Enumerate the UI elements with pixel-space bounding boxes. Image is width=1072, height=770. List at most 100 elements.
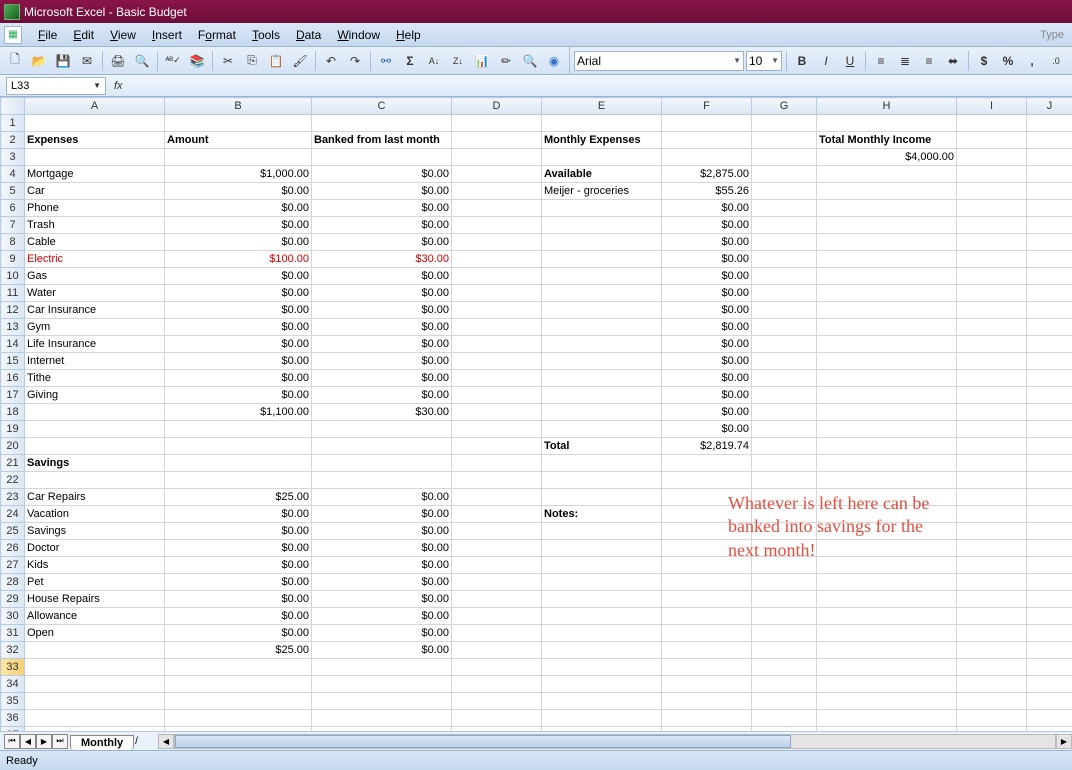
cell-G11[interactable]	[752, 285, 817, 302]
cell-J3[interactable]	[1027, 149, 1072, 166]
cell-C34[interactable]	[312, 676, 452, 693]
row-header-36[interactable]: 36	[1, 710, 25, 727]
col-header-I[interactable]: I	[957, 98, 1027, 115]
tab-nav-next-icon[interactable]: ▶	[36, 734, 52, 749]
cell-D10[interactable]	[452, 268, 542, 285]
cell-F6[interactable]: $0.00	[662, 200, 752, 217]
cell-F11[interactable]: $0.00	[662, 285, 752, 302]
save-icon[interactable]: 💾	[52, 50, 74, 72]
menu-help[interactable]: Help	[388, 25, 429, 45]
cell-H35[interactable]	[817, 693, 957, 710]
cell-D1[interactable]	[452, 115, 542, 132]
cell-J24[interactable]	[1027, 506, 1072, 523]
open-icon[interactable]: 📂	[28, 50, 50, 72]
cell-F10[interactable]: $0.00	[662, 268, 752, 285]
cell-C19[interactable]	[312, 421, 452, 438]
cell-H27[interactable]	[817, 557, 957, 574]
cell-I29[interactable]	[957, 591, 1027, 608]
cell-I33[interactable]	[957, 659, 1027, 676]
percent-icon[interactable]: %	[997, 50, 1019, 72]
cell-H19[interactable]	[817, 421, 957, 438]
cell-J33[interactable]	[1027, 659, 1072, 676]
cell-D32[interactable]	[452, 642, 542, 659]
email-icon[interactable]: ✉	[76, 50, 98, 72]
cell-D35[interactable]	[452, 693, 542, 710]
cell-C28[interactable]: $0.00	[312, 574, 452, 591]
cell-C3[interactable]	[312, 149, 452, 166]
cell-G8[interactable]	[752, 234, 817, 251]
cell-D12[interactable]	[452, 302, 542, 319]
cell-G33[interactable]	[752, 659, 817, 676]
cell-A31[interactable]: Open	[25, 625, 165, 642]
cell-F33[interactable]	[662, 659, 752, 676]
cell-F13[interactable]: $0.00	[662, 319, 752, 336]
cell-C32[interactable]: $0.00	[312, 642, 452, 659]
cell-G3[interactable]	[752, 149, 817, 166]
autosum-icon[interactable]: Σ	[399, 50, 421, 72]
cell-A8[interactable]: Cable	[25, 234, 165, 251]
cell-H11[interactable]	[817, 285, 957, 302]
cell-B32[interactable]: $25.00	[165, 642, 312, 659]
cell-H14[interactable]	[817, 336, 957, 353]
menu-insert[interactable]: Insert	[144, 25, 190, 45]
cell-B16[interactable]: $0.00	[165, 370, 312, 387]
cell-A21[interactable]: Savings	[25, 455, 165, 472]
cell-I11[interactable]	[957, 285, 1027, 302]
cell-B5[interactable]: $0.00	[165, 183, 312, 200]
cell-G6[interactable]	[752, 200, 817, 217]
cell-H12[interactable]	[817, 302, 957, 319]
cell-D15[interactable]	[452, 353, 542, 370]
spreadsheet-grid[interactable]: ABCDEFGHIJ12ExpensesAmountBanked from la…	[0, 97, 1072, 731]
row-header-24[interactable]: 24	[1, 506, 25, 523]
cell-H26[interactable]	[817, 540, 957, 557]
cell-I19[interactable]	[957, 421, 1027, 438]
row-header-20[interactable]: 20	[1, 438, 25, 455]
cell-C29[interactable]: $0.00	[312, 591, 452, 608]
cell-B4[interactable]: $1,000.00	[165, 166, 312, 183]
cell-H1[interactable]	[817, 115, 957, 132]
cell-H37[interactable]	[817, 727, 957, 732]
row-header-22[interactable]: 22	[1, 472, 25, 489]
cell-J36[interactable]	[1027, 710, 1072, 727]
cell-F21[interactable]	[662, 455, 752, 472]
cell-C13[interactable]: $0.00	[312, 319, 452, 336]
row-header-27[interactable]: 27	[1, 557, 25, 574]
cell-A2[interactable]: Expenses	[25, 132, 165, 149]
cell-A13[interactable]: Gym	[25, 319, 165, 336]
font-name-select[interactable]: Arial▼	[574, 51, 744, 71]
col-header-H[interactable]: H	[817, 98, 957, 115]
cell-D29[interactable]	[452, 591, 542, 608]
cell-J21[interactable]	[1027, 455, 1072, 472]
cell-F4[interactable]: $2,875.00	[662, 166, 752, 183]
row-header-1[interactable]: 1	[1, 115, 25, 132]
cell-H29[interactable]	[817, 591, 957, 608]
cell-C7[interactable]: $0.00	[312, 217, 452, 234]
cell-A4[interactable]: Mortgage	[25, 166, 165, 183]
cell-H23[interactable]	[817, 489, 957, 506]
menu-edit[interactable]: Edit	[65, 25, 102, 45]
cell-G18[interactable]	[752, 404, 817, 421]
cell-G22[interactable]	[752, 472, 817, 489]
cell-H24[interactable]	[817, 506, 957, 523]
cut-icon[interactable]: ✂	[217, 50, 239, 72]
cell-D25[interactable]	[452, 523, 542, 540]
cell-B36[interactable]	[165, 710, 312, 727]
cell-C10[interactable]: $0.00	[312, 268, 452, 285]
cell-F8[interactable]: $0.00	[662, 234, 752, 251]
cell-D7[interactable]	[452, 217, 542, 234]
cell-J14[interactable]	[1027, 336, 1072, 353]
cell-C37[interactable]	[312, 727, 452, 732]
cell-C31[interactable]: $0.00	[312, 625, 452, 642]
cell-E13[interactable]	[542, 319, 662, 336]
cell-D5[interactable]	[452, 183, 542, 200]
cell-D14[interactable]	[452, 336, 542, 353]
cell-G36[interactable]	[752, 710, 817, 727]
cell-B3[interactable]	[165, 149, 312, 166]
cell-J17[interactable]	[1027, 387, 1072, 404]
cell-F15[interactable]: $0.00	[662, 353, 752, 370]
cell-G26[interactable]	[752, 540, 817, 557]
cell-C27[interactable]: $0.00	[312, 557, 452, 574]
cell-B33[interactable]	[165, 659, 312, 676]
cell-A3[interactable]	[25, 149, 165, 166]
cell-D24[interactable]	[452, 506, 542, 523]
